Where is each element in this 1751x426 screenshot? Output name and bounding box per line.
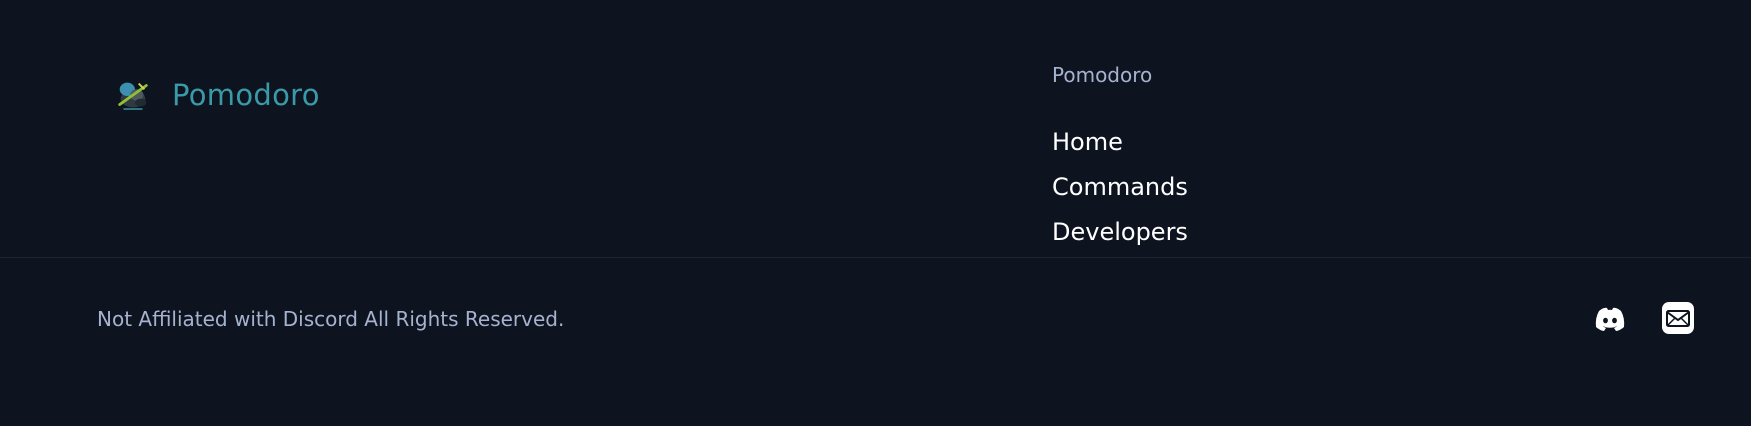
footer-top-section: Pomodoro Pomodoro Home Commands Develope… [0,0,1751,257]
nav-item-home: Home [1052,120,1188,165]
pomodoro-logo-icon [118,82,148,110]
nav-item-developers: Developers [1052,210,1188,255]
nav-link-developers[interactable]: Developers [1052,218,1188,246]
brand-home-link[interactable]: Pomodoro [114,76,320,114]
nav-list: Home Commands Developers [1052,120,1188,255]
brand-name: Pomodoro [172,78,320,112]
nav-item-commands: Commands [1052,165,1188,210]
footer-divider [0,257,1751,258]
nav-link-commands[interactable]: Commands [1052,173,1188,201]
mail-link[interactable] [1661,301,1695,335]
footer-nav: Pomodoro Home Commands Developers [1052,60,1188,255]
mail-icon [1662,302,1694,334]
discord-link[interactable] [1592,301,1628,337]
discord-icon [1595,307,1625,331]
copyright-text: Not Affiliated with Discord All Rights R… [97,307,565,331]
nav-link-home[interactable]: Home [1052,128,1123,156]
nav-heading: Pomodoro [1052,63,1153,87]
